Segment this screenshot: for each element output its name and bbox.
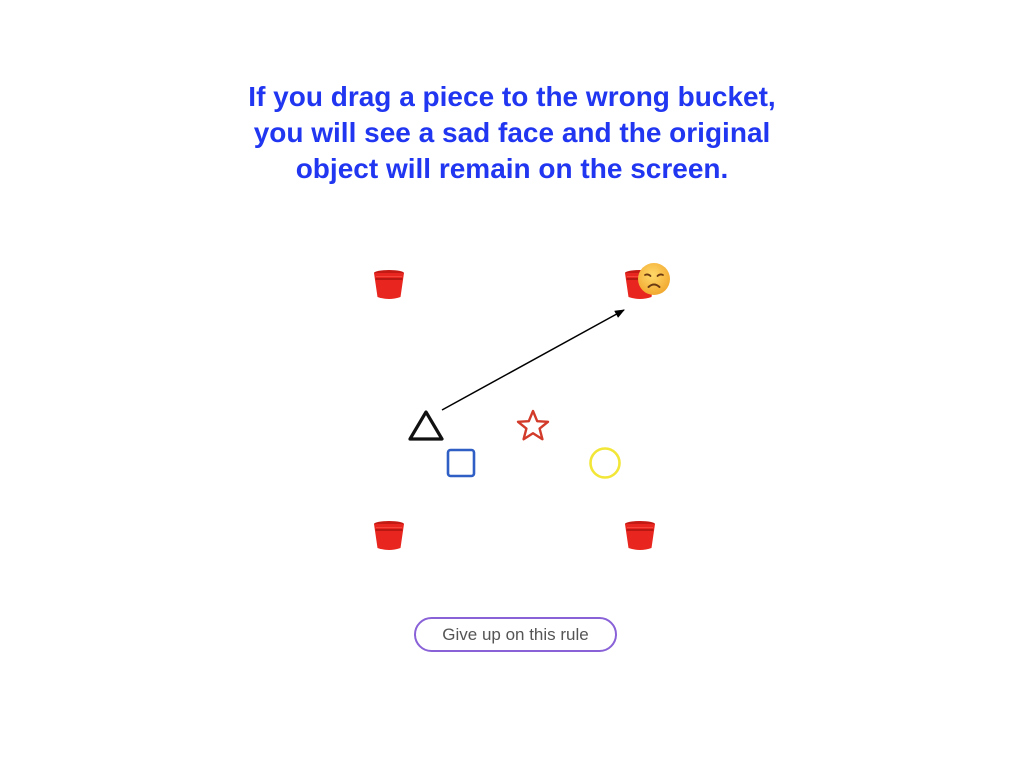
red-bucket-icon <box>374 270 404 299</box>
instruction-line-3: object will remain on the screen. <box>295 153 729 184</box>
circle-icon <box>589 447 621 479</box>
square-icon <box>446 448 476 478</box>
game-stage: If you drag a piece to the wrong bucket,… <box>0 0 1024 768</box>
red-bucket-icon <box>625 521 655 550</box>
red-bucket-icon <box>374 521 404 550</box>
square-piece[interactable] <box>444 446 478 480</box>
bucket-bottom-right[interactable] <box>622 517 658 553</box>
instruction-line-2: you will see a sad face and the original <box>253 117 771 148</box>
instruction-line-1: If you drag a piece to the wrong bucket, <box>248 81 776 112</box>
star-icon <box>516 409 550 441</box>
circle-piece[interactable] <box>587 445 623 481</box>
sad-face-icon <box>636 261 672 297</box>
star-piece[interactable] <box>514 408 552 444</box>
triangle-icon <box>408 410 444 441</box>
bucket-top-left[interactable] <box>371 266 407 302</box>
triangle-piece[interactable] <box>405 407 447 445</box>
give-up-button[interactable]: Give up on this rule <box>414 617 617 652</box>
instruction-text: If you drag a piece to the wrong bucket,… <box>212 79 812 187</box>
bucket-bottom-left[interactable] <box>371 517 407 553</box>
